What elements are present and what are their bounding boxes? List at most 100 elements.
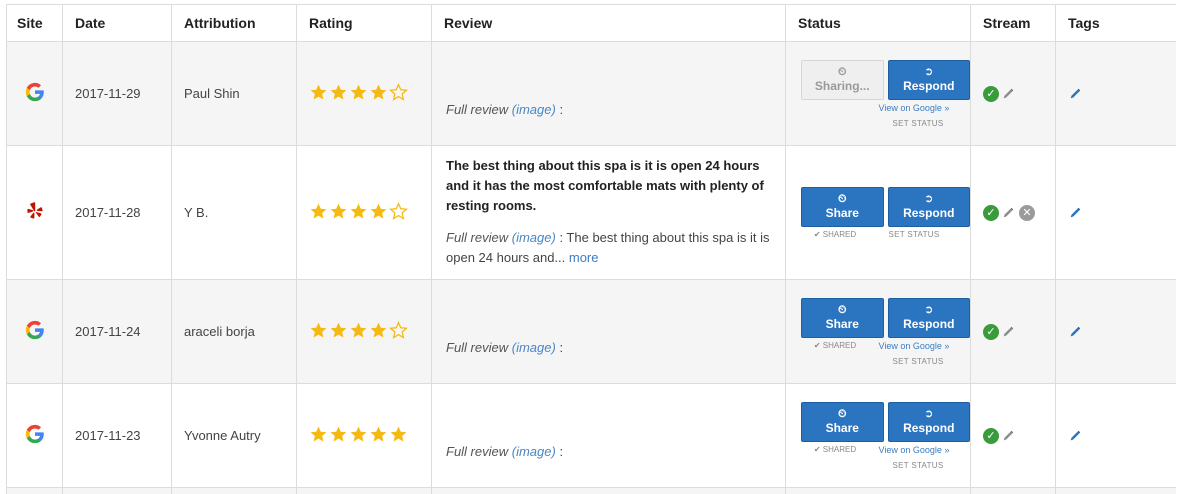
full-review-text: : [555,101,564,117]
column-header-date[interactable]: Date [62,4,172,42]
star-filled-icon [369,425,388,447]
tags-cell [1055,41,1176,146]
star-filled-icon [329,83,348,105]
check-circle-icon[interactable]: ✓ [983,85,999,102]
edit-tags-pencil-icon[interactable] [1068,325,1164,339]
attribution-cell: araceli borja [171,279,297,384]
arrow-circle-icon: ➲ [924,408,934,420]
share-button-label: Share [825,421,859,435]
column-header-stream[interactable]: Stream [970,4,1056,42]
image-link[interactable]: (image) [512,340,556,355]
star-rating [309,82,408,105]
arrow-circle-icon: ➲ [924,304,934,316]
clock-icon: ⏲ [837,193,847,205]
star-empty-icon [389,201,408,224]
star-filled-icon [349,425,368,447]
star-filled-icon [309,321,328,343]
share-button[interactable]: ⏲ Share [801,186,884,227]
date-cell: 2017-11-29 [62,41,172,146]
share-button[interactable]: ⏲ Sharing... [801,59,884,100]
view-on-google-link[interactable]: View on Google » [879,341,950,351]
full-review: Full review (image) : [446,442,773,462]
set-status-link[interactable]: SET STATUS [873,119,963,128]
full-review: Full review (image) : The best thing abo… [446,228,773,268]
view-on-google-link[interactable]: View on Google » [879,103,950,113]
edit-tags-pencil-icon[interactable] [1068,206,1164,220]
site-cell [6,383,63,488]
tags-cell [1055,383,1176,488]
column-header-attribution[interactable]: Attribution [171,4,297,42]
status-cell: ⏲ Sharing... ➲ Respond View on Google » … [785,41,971,146]
pencil-icon[interactable] [1001,325,1015,339]
pencil-icon[interactable] [1001,87,1015,101]
check-circle-icon[interactable]: ✓ [983,427,999,444]
set-status-link[interactable]: SET STATUS [873,461,963,470]
column-header-tags[interactable]: Tags [1055,4,1176,42]
status-cell: ⏲ Share ➲ Respond ✔ SHARED View on Google… [785,279,971,384]
star-rating [309,425,408,447]
table-row [6,487,1176,494]
table-row: 2017-11-28 Y B. The best thing about thi… [6,145,1176,280]
respond-button[interactable]: ➲ Respond [887,297,970,338]
reviews-table-container: Site Date Attribution Rating Review Stat… [6,4,1176,494]
full-review-label: Full review [446,101,509,117]
tags-cell [1055,145,1176,280]
rating-cell [296,383,432,488]
table-row: 2017-11-23 Yvonne Autry Full review (ima… [6,383,1176,488]
set-status-link[interactable]: SET STATUS [873,357,963,366]
column-header-status[interactable]: Status [785,4,971,42]
respond-button[interactable]: ➲ Respond [887,401,970,442]
google-logo-icon [24,424,46,448]
image-link[interactable]: (image) [512,444,556,459]
respond-button-label: Respond [903,79,955,93]
x-circle-icon[interactable]: ✕ [1019,204,1035,221]
star-filled-icon [329,321,348,343]
star-filled-icon [349,202,368,224]
star-filled-icon [349,321,368,343]
check-circle-icon[interactable]: ✓ [983,204,999,221]
respond-button-label: Respond [903,421,955,435]
image-link[interactable]: (image) [512,230,556,245]
edit-tags-pencil-icon[interactable] [1068,429,1164,443]
share-button[interactable]: ⏲ Share [801,401,884,442]
edit-tags-pencil-icon[interactable] [1068,87,1164,101]
star-empty-icon [389,320,408,343]
attribution-cell: Y B. [171,145,297,280]
pencil-icon[interactable] [1001,206,1015,220]
column-header-site[interactable]: Site [6,4,63,42]
clock-icon: ⏲ [837,408,847,420]
star-rating [309,320,408,343]
view-on-google-link[interactable]: View on Google » [879,445,950,455]
rating-cell [296,41,432,146]
respond-button[interactable]: ➲ Respond [887,59,970,100]
pencil-icon[interactable] [1001,429,1015,443]
table-row: 2017-11-24 araceli borja Full review (im… [6,279,1176,384]
tags-cell [1055,279,1176,384]
full-review-text: : [555,443,564,459]
respond-button[interactable]: ➲ Respond [887,186,970,227]
star-filled-icon [309,202,328,224]
review-cell: Full review (image) : [431,383,786,488]
full-review: Full review (image) : [446,100,773,120]
share-button[interactable]: ⏲ Share [801,297,884,338]
column-header-rating[interactable]: Rating [296,4,432,42]
respond-button-label: Respond [903,206,955,220]
site-cell [6,41,63,146]
status-cell: ⏲ Share ➲ Respond ✔ SHARED SET STATUS [785,145,971,280]
review-cell: The best thing about this spa is it is o… [431,145,786,280]
image-link[interactable]: (image) [512,102,556,117]
table-row: 2017-11-29 Paul Shin Full review (image)… [6,41,1176,146]
google-logo-icon [24,82,46,106]
yelp-logo-icon [24,202,46,225]
set-status-link[interactable]: SET STATUS [888,230,939,239]
date-cell: 2017-11-23 [62,383,172,488]
respond-button-label: Respond [903,317,955,331]
status-cell: ⏲ Share ➲ Respond ✔ SHARED View on Google… [785,383,971,488]
column-header-review[interactable]: Review [431,4,786,42]
check-circle-icon[interactable]: ✓ [983,323,999,340]
date-cell: 2017-11-28 [62,145,172,280]
star-filled-icon [309,83,328,105]
reviews-table: Site Date Attribution Rating Review Stat… [6,4,1176,494]
more-link[interactable]: more [565,250,599,265]
shared-status: ✔ SHARED [813,229,857,239]
